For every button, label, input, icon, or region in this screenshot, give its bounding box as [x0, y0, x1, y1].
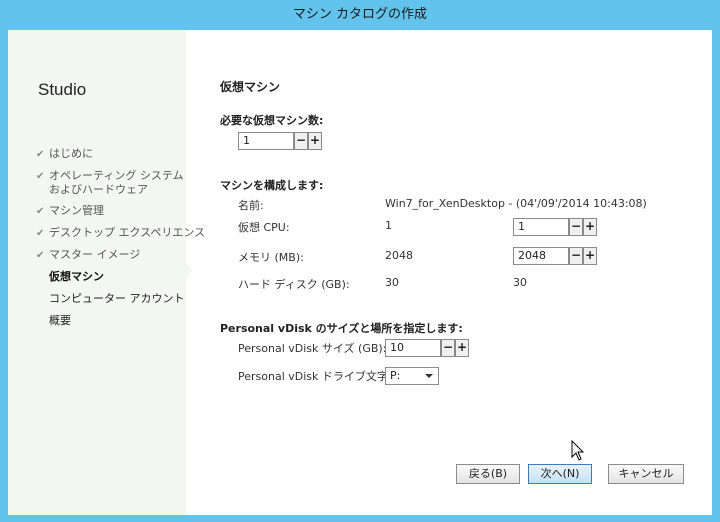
check-icon: ✔: [36, 250, 45, 261]
memory-master-value: 2048: [385, 249, 413, 262]
chevron-down-icon: [425, 374, 433, 378]
step-intro: ✔ はじめに: [36, 147, 93, 160]
name-value: Win7_for_XenDesktop - (04'/09'/2014 10:4…: [385, 197, 647, 210]
wizard-window: Studio ✔ はじめに ✔ オペレーティング システム およびハードウェア ✔ マ…: [8, 30, 712, 515]
wizard-sidebar: Studio ✔ はじめに ✔ オペレーティング システム およびハードウェア ✔ マ…: [8, 30, 205, 515]
check-icon: ✔: [36, 206, 45, 217]
pvd-drive-value: P:: [390, 369, 401, 382]
pvd-size-input[interactable]: 10: [385, 339, 441, 357]
pvd-drive-select[interactable]: P:: [385, 367, 439, 385]
memory-decrement-button[interactable]: −: [569, 247, 583, 265]
cpu-master-value: 1: [385, 219, 392, 232]
window-titlebar[interactable]: マシン カタログの作成: [0, 0, 720, 30]
page-title: 仮想マシン: [220, 80, 281, 94]
config-heading: マシンを構成します:: [220, 179, 324, 192]
disk-label: ハード ディスク (GB):: [238, 278, 350, 291]
window-title: マシン カタログの作成: [292, 7, 428, 22]
cpu-increment-button[interactable]: +: [583, 218, 597, 236]
pvd-heading: Personal vDisk のサイズと場所を指定します:: [220, 322, 463, 335]
name-label: 名前:: [238, 199, 264, 212]
step-desktop-experience: ✔ デスクトップ エクスペリエンス: [36, 226, 206, 239]
step-summary: 概要: [49, 314, 71, 327]
cpu-label: 仮想 CPU:: [238, 221, 290, 234]
memory-label: メモリ (MB):: [238, 251, 304, 264]
memory-input[interactable]: 2048: [513, 247, 569, 265]
vm-count-increment-button[interactable]: +: [308, 132, 322, 150]
step-machine-management: ✔ マシン管理: [36, 204, 104, 217]
step-os-hardware: ✔ オペレーティング システム およびハードウェア: [36, 169, 184, 196]
pvd-size-label: Personal vDisk サイズ (GB):: [238, 342, 387, 355]
disk-value: 30: [513, 276, 527, 289]
disk-master-value: 30: [385, 276, 399, 289]
cpu-decrement-button[interactable]: −: [569, 218, 583, 236]
step-computer-accounts: コンピューター アカウント: [49, 292, 185, 305]
vm-count-decrement-button[interactable]: −: [294, 132, 308, 150]
check-icon: ✔: [36, 171, 45, 182]
check-icon: ✔: [36, 149, 45, 160]
step-virtual-machines: 仮想マシン: [49, 270, 104, 283]
cancel-button[interactable]: キャンセル: [608, 464, 684, 484]
check-icon: ✔: [36, 228, 45, 239]
step-master-image: ✔ マスター イメージ: [36, 248, 141, 261]
pvd-drive-label: Personal vDisk ドライブ文字:: [238, 370, 392, 383]
vm-count-input[interactable]: 1: [238, 132, 294, 150]
wizard-content: 仮想マシン 必要な仮想マシン数: 1 − + マシンを構成します: 名前: Wi…: [186, 30, 712, 515]
next-button[interactable]: 次へ(N): [528, 464, 592, 484]
pvd-size-decrement-button[interactable]: −: [441, 339, 455, 357]
vm-count-label: 必要な仮想マシン数:: [220, 114, 324, 127]
brand-title: Studio: [38, 80, 87, 99]
memory-increment-button[interactable]: +: [583, 247, 597, 265]
back-button[interactable]: 戻る(B): [456, 464, 520, 484]
pvd-size-increment-button[interactable]: +: [455, 339, 469, 357]
cpu-input[interactable]: 1: [513, 218, 569, 236]
mouse-cursor-icon: [571, 440, 585, 461]
